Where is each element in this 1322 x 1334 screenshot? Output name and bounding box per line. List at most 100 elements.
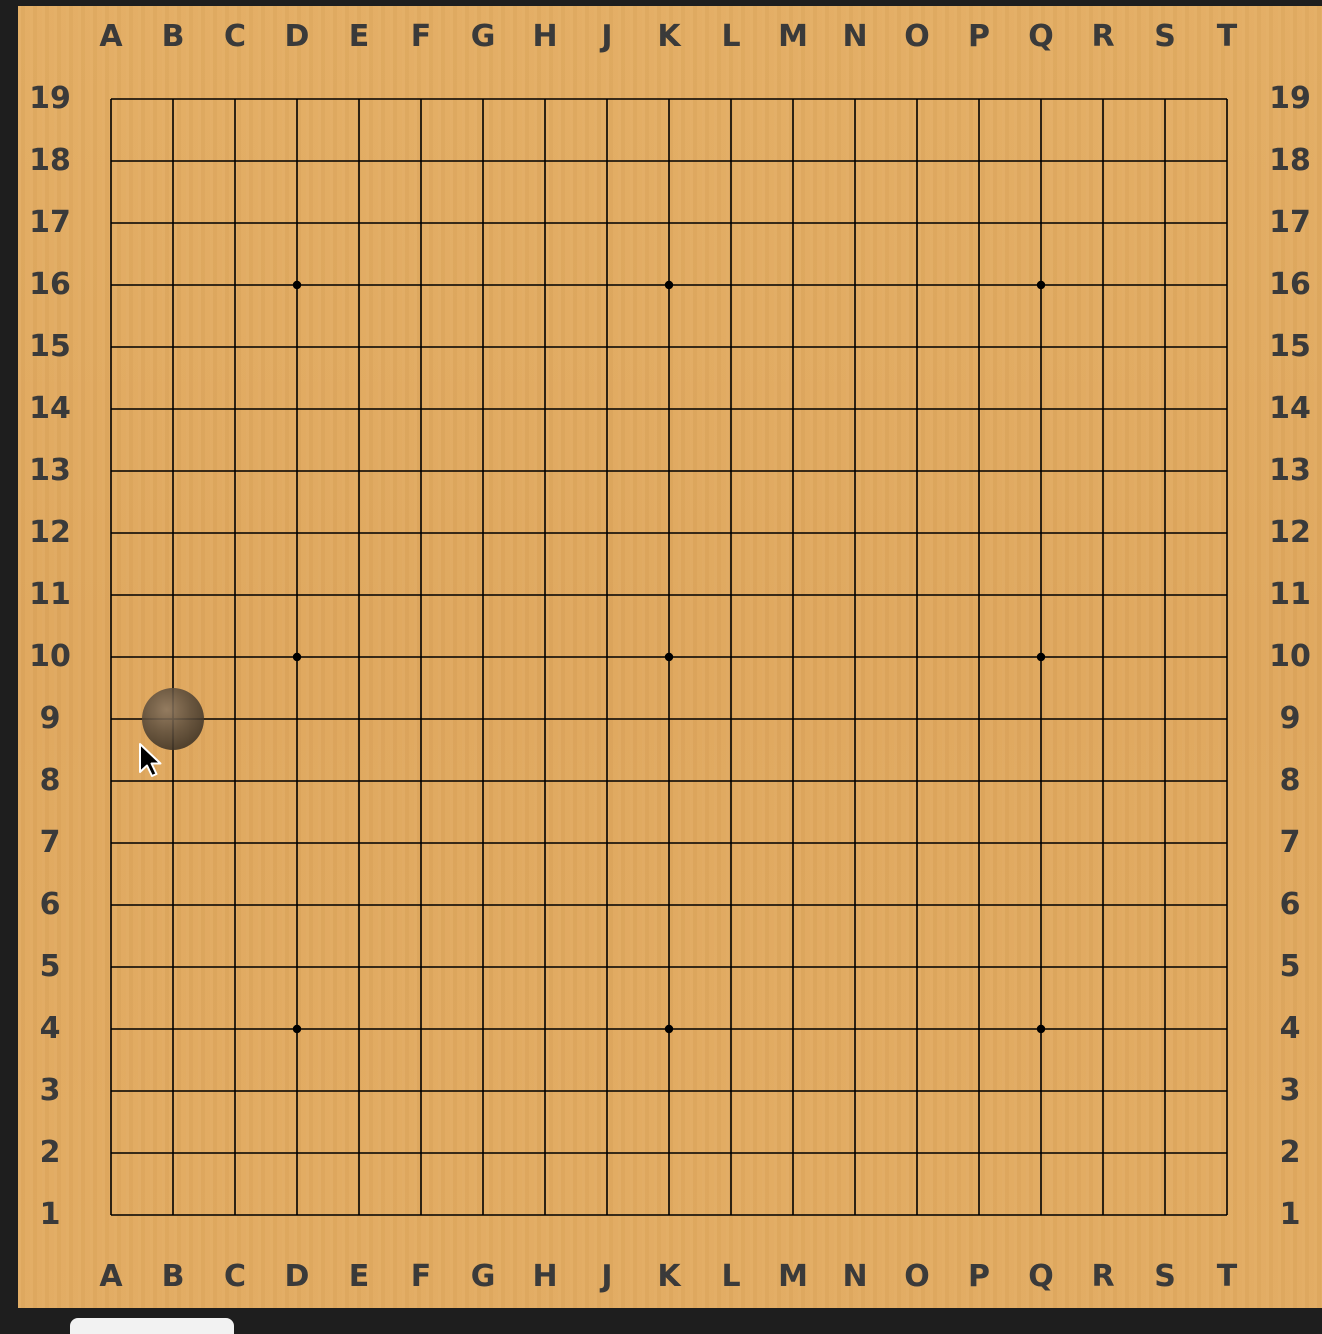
- intersection-o14[interactable]: [886, 378, 948, 440]
- intersection-h7[interactable]: [514, 812, 576, 874]
- intersection-g9[interactable]: [452, 688, 514, 750]
- intersection-s3[interactable]: [1134, 1060, 1196, 1122]
- intersection-c13[interactable]: [204, 440, 266, 502]
- intersection-q2[interactable]: [1010, 1122, 1072, 1184]
- intersection-j17[interactable]: [576, 192, 638, 254]
- intersection-l8[interactable]: [700, 750, 762, 812]
- intersection-k6[interactable]: [638, 874, 700, 936]
- intersection-n19[interactable]: [824, 68, 886, 130]
- intersection-d1[interactable]: [266, 1184, 328, 1246]
- intersection-f5[interactable]: [390, 936, 452, 998]
- intersection-r13[interactable]: [1072, 440, 1134, 502]
- intersection-q4[interactable]: [1010, 998, 1072, 1060]
- intersection-e9[interactable]: [328, 688, 390, 750]
- intersection-o12[interactable]: [886, 502, 948, 564]
- intersection-g4[interactable]: [452, 998, 514, 1060]
- intersection-s4[interactable]: [1134, 998, 1196, 1060]
- intersection-e6[interactable]: [328, 874, 390, 936]
- intersection-b16[interactable]: [142, 254, 204, 316]
- intersection-o17[interactable]: [886, 192, 948, 254]
- intersection-e1[interactable]: [328, 1184, 390, 1246]
- intersection-f7[interactable]: [390, 812, 452, 874]
- intersection-f9[interactable]: [390, 688, 452, 750]
- intersection-l7[interactable]: [700, 812, 762, 874]
- intersection-d16[interactable]: [266, 254, 328, 316]
- intersection-s2[interactable]: [1134, 1122, 1196, 1184]
- intersection-p1[interactable]: [948, 1184, 1010, 1246]
- intersection-q11[interactable]: [1010, 564, 1072, 626]
- intersection-q9[interactable]: [1010, 688, 1072, 750]
- intersection-e10[interactable]: [328, 626, 390, 688]
- intersection-t2[interactable]: [1196, 1122, 1258, 1184]
- intersection-m19[interactable]: [762, 68, 824, 130]
- intersection-r4[interactable]: [1072, 998, 1134, 1060]
- intersection-g11[interactable]: [452, 564, 514, 626]
- intersection-a7[interactable]: [80, 812, 142, 874]
- intersection-p19[interactable]: [948, 68, 1010, 130]
- intersection-g15[interactable]: [452, 316, 514, 378]
- intersection-p5[interactable]: [948, 936, 1010, 998]
- intersection-c11[interactable]: [204, 564, 266, 626]
- intersection-d8[interactable]: [266, 750, 328, 812]
- intersection-o10[interactable]: [886, 626, 948, 688]
- intersection-n2[interactable]: [824, 1122, 886, 1184]
- intersection-t1[interactable]: [1196, 1184, 1258, 1246]
- intersection-j18[interactable]: [576, 130, 638, 192]
- intersection-k10[interactable]: [638, 626, 700, 688]
- intersection-k14[interactable]: [638, 378, 700, 440]
- intersection-l19[interactable]: [700, 68, 762, 130]
- intersection-j15[interactable]: [576, 316, 638, 378]
- intersection-l18[interactable]: [700, 130, 762, 192]
- intersection-h2[interactable]: [514, 1122, 576, 1184]
- intersection-c16[interactable]: [204, 254, 266, 316]
- intersection-p16[interactable]: [948, 254, 1010, 316]
- intersection-s16[interactable]: [1134, 254, 1196, 316]
- intersection-l2[interactable]: [700, 1122, 762, 1184]
- intersection-d6[interactable]: [266, 874, 328, 936]
- intersection-s11[interactable]: [1134, 564, 1196, 626]
- intersection-a10[interactable]: [80, 626, 142, 688]
- intersection-f3[interactable]: [390, 1060, 452, 1122]
- intersection-s12[interactable]: [1134, 502, 1196, 564]
- intersection-o8[interactable]: [886, 750, 948, 812]
- intersection-t16[interactable]: [1196, 254, 1258, 316]
- intersection-e15[interactable]: [328, 316, 390, 378]
- intersection-t10[interactable]: [1196, 626, 1258, 688]
- intersection-c6[interactable]: [204, 874, 266, 936]
- intersection-o19[interactable]: [886, 68, 948, 130]
- intersection-a8[interactable]: [80, 750, 142, 812]
- intersection-k3[interactable]: [638, 1060, 700, 1122]
- intersection-s10[interactable]: [1134, 626, 1196, 688]
- intersection-k16[interactable]: [638, 254, 700, 316]
- intersection-o4[interactable]: [886, 998, 948, 1060]
- intersection-g3[interactable]: [452, 1060, 514, 1122]
- intersection-h15[interactable]: [514, 316, 576, 378]
- intersection-r18[interactable]: [1072, 130, 1134, 192]
- intersection-b10[interactable]: [142, 626, 204, 688]
- intersection-k15[interactable]: [638, 316, 700, 378]
- intersection-f18[interactable]: [390, 130, 452, 192]
- intersection-b5[interactable]: [142, 936, 204, 998]
- intersection-d17[interactable]: [266, 192, 328, 254]
- intersection-j14[interactable]: [576, 378, 638, 440]
- intersection-e4[interactable]: [328, 998, 390, 1060]
- intersection-m5[interactable]: [762, 936, 824, 998]
- intersection-k18[interactable]: [638, 130, 700, 192]
- intersection-s13[interactable]: [1134, 440, 1196, 502]
- intersection-l14[interactable]: [700, 378, 762, 440]
- intersection-b14[interactable]: [142, 378, 204, 440]
- intersection-h10[interactable]: [514, 626, 576, 688]
- intersection-a12[interactable]: [80, 502, 142, 564]
- intersection-s6[interactable]: [1134, 874, 1196, 936]
- intersection-o3[interactable]: [886, 1060, 948, 1122]
- intersection-p15[interactable]: [948, 316, 1010, 378]
- intersection-e19[interactable]: [328, 68, 390, 130]
- intersection-n1[interactable]: [824, 1184, 886, 1246]
- intersection-r15[interactable]: [1072, 316, 1134, 378]
- intersection-c8[interactable]: [204, 750, 266, 812]
- intersection-g7[interactable]: [452, 812, 514, 874]
- intersection-c15[interactable]: [204, 316, 266, 378]
- intersection-n8[interactable]: [824, 750, 886, 812]
- intersection-r16[interactable]: [1072, 254, 1134, 316]
- intersection-r11[interactable]: [1072, 564, 1134, 626]
